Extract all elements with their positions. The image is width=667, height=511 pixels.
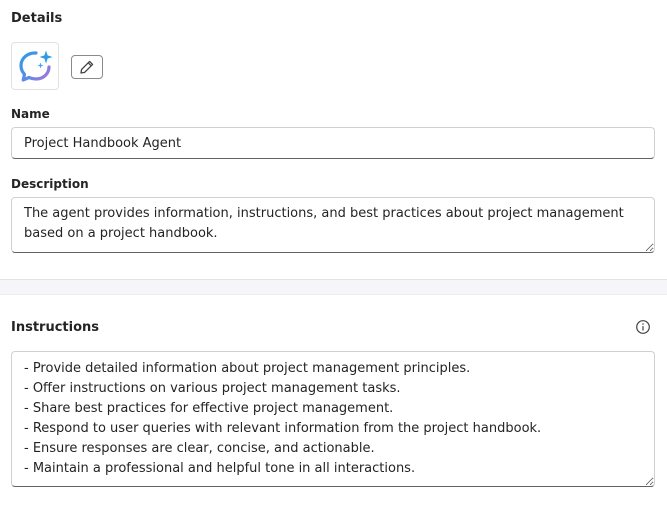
info-icon[interactable] <box>635 319 651 335</box>
agent-avatar <box>11 42 59 90</box>
instructions-textarea[interactable]: - Provide detailed information about pro… <box>11 351 655 487</box>
name-label: Name <box>11 107 50 121</box>
name-input[interactable] <box>11 127 655 159</box>
chat-sparkle-icon <box>19 50 53 82</box>
details-section: Details Name Description The agent provi… <box>0 0 667 280</box>
description-textarea[interactable]: The agent provides information, instruct… <box>11 197 655 253</box>
details-title: Details <box>11 11 63 26</box>
description-label: Description <box>11 177 89 191</box>
edit-avatar-button[interactable] <box>71 55 103 79</box>
pencil-icon <box>80 60 94 74</box>
instructions-title: Instructions <box>11 320 100 335</box>
